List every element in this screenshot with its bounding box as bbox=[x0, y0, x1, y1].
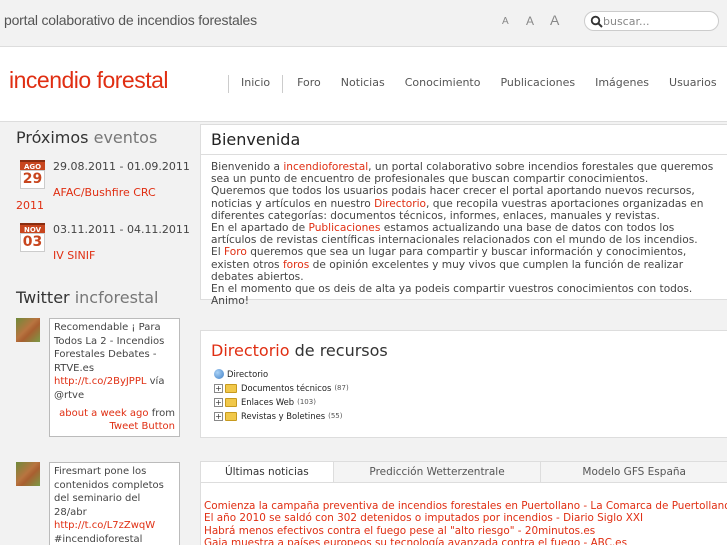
tree-item[interactable]: + Enlaces Web (103) bbox=[214, 395, 349, 409]
top-bar: portal colaborativo de incendios foresta… bbox=[0, 0, 727, 44]
event-link-cont[interactable]: 2011 bbox=[16, 199, 44, 212]
calendar-day: 29 bbox=[20, 170, 45, 189]
left-sidebar: Próximos eventos AGO 29 29.08.2011 - 01.… bbox=[0, 122, 192, 545]
font-size-large-button[interactable]: A bbox=[550, 12, 559, 28]
tree-item-label: Enlaces Web bbox=[241, 397, 295, 407]
folder-icon bbox=[225, 383, 237, 393]
forums-link[interactable]: foros bbox=[283, 259, 309, 271]
events-heading-main: Próximos bbox=[16, 128, 89, 147]
search-box bbox=[584, 11, 719, 31]
news-item[interactable]: Habrá menos efectivos contra el fuego pe… bbox=[204, 525, 727, 537]
site-link[interactable]: incendioforestal bbox=[283, 161, 368, 173]
calendar-icon: NOV 03 bbox=[20, 223, 45, 252]
expand-icon[interactable]: + bbox=[214, 397, 223, 407]
event-link[interactable]: AFAC/Bushfire CRC bbox=[53, 186, 156, 199]
nav-item-imagenes[interactable]: Imágenes bbox=[585, 75, 659, 93]
site-tagline: portal colaborativo de incendios foresta… bbox=[4, 12, 257, 28]
calendar-icon: AGO 29 bbox=[20, 160, 45, 189]
nav-item-conocimiento[interactable]: Conocimiento bbox=[395, 75, 491, 93]
event-item: AGO 29 29.08.2011 - 01.09.2011 AFAC/Bush… bbox=[16, 160, 190, 212]
news-item[interactable]: Comienza la campaña preventiva de incend… bbox=[204, 500, 727, 512]
tweet-from: from bbox=[151, 407, 175, 419]
nav-item-noticias[interactable]: Noticias bbox=[331, 75, 395, 93]
nav-item-foro[interactable]: Foro bbox=[287, 75, 331, 93]
site-header: incendio forestal Inicio Foro Noticias C… bbox=[0, 46, 727, 122]
calendar-month: AGO bbox=[20, 160, 45, 171]
news-item[interactable]: El año 2010 se saldó con 302 detenidos o… bbox=[204, 512, 727, 524]
tree-item[interactable]: + Revistas y Boletines (55) bbox=[214, 409, 349, 423]
events-heading-sub: eventos bbox=[93, 128, 158, 147]
welcome-text: Bienvenido a incendioforestal, un portal… bbox=[201, 155, 727, 313]
main-nav: Inicio Foro Noticias Conocimiento Public… bbox=[228, 75, 727, 93]
nav-item-inicio[interactable]: Inicio bbox=[228, 75, 284, 93]
twitter-heading: Twitter incforestal bbox=[16, 288, 158, 307]
tree-item-label: Documentos técnicos bbox=[241, 383, 332, 393]
tab-prediccion-wetterzentrale[interactable]: Predicción Wetterzentrale bbox=[334, 462, 542, 482]
directory-title-main[interactable]: Directorio bbox=[211, 341, 290, 360]
tree-item-count: (55) bbox=[328, 412, 343, 420]
tweet-source-link[interactable]: Tweet Button bbox=[109, 421, 175, 432]
tree-item-count: (103) bbox=[297, 398, 316, 406]
news-tabs: Últimas noticias Predicción Wetterzentra… bbox=[200, 461, 727, 483]
welcome-title: Bienvenida bbox=[201, 125, 727, 155]
directory-tree: Directorio + Documentos técnicos (87) + … bbox=[214, 367, 349, 423]
tweet-bubble: Recomendable ¡ Para Todos La 2 - Incendi… bbox=[49, 318, 180, 437]
twitter-heading-sub[interactable]: incforestal bbox=[75, 288, 159, 307]
publications-link[interactable]: Publicaciones bbox=[309, 222, 381, 234]
welcome-panel: Bienvenida Bienvenido a incendioforestal… bbox=[200, 124, 727, 307]
directory-panel: Directorio de recursos Directorio + Docu… bbox=[200, 330, 727, 438]
tree-item-label: Revistas y Boletines bbox=[241, 411, 326, 421]
directory-title-sub: de recursos bbox=[294, 341, 388, 360]
welcome-text-part: En el apartado de bbox=[211, 222, 309, 235]
tweet-meta: about a week ago from Tweet Button bbox=[54, 407, 175, 434]
tweet-time-link[interactable]: about a week ago bbox=[59, 408, 148, 419]
tweet-text: Recomendable ¡ Para Todos La 2 - Incendi… bbox=[54, 322, 165, 374]
event-dates: 03.11.2011 - 04.11.2011 bbox=[53, 223, 190, 236]
nav-item-usuarios[interactable]: Usuarios bbox=[659, 75, 727, 93]
directory-link[interactable]: Directorio bbox=[374, 198, 426, 210]
site-logo[interactable]: incendio forestal bbox=[9, 67, 169, 94]
tweet-link[interactable]: http://t.co/2ByJPPL bbox=[54, 376, 146, 387]
event-link[interactable]: IV SINIF bbox=[53, 249, 95, 262]
event-dates: 29.08.2011 - 01.09.2011 bbox=[53, 160, 190, 173]
expand-icon[interactable]: + bbox=[214, 411, 223, 421]
tweet-tail: #incendioforestal Muchas gracias! bbox=[54, 533, 143, 545]
tweet-link[interactable]: http://t.co/L7zZwqW bbox=[54, 520, 155, 531]
event-item: NOV 03 03.11.2011 - 04.11.2011 IV SINIF bbox=[16, 223, 190, 265]
welcome-text-part: En el momento que os deis de alta ya pod… bbox=[211, 283, 693, 308]
tab-modelo-gfs[interactable]: Modelo GFS España bbox=[541, 462, 727, 482]
calendar-month: NOV bbox=[20, 223, 45, 234]
avatar[interactable] bbox=[16, 318, 40, 342]
font-size-small-button[interactable]: A bbox=[502, 16, 509, 27]
welcome-text-part: Bienvenido a bbox=[211, 161, 284, 173]
tweet-text: Firesmart pone los contenidos completos … bbox=[54, 466, 164, 518]
tweet-bubble: Firesmart pone los contenidos completos … bbox=[49, 462, 180, 545]
welcome-text-part: El bbox=[211, 246, 225, 259]
tree-item[interactable]: + Documentos técnicos (87) bbox=[214, 381, 349, 395]
search-icon[interactable] bbox=[590, 15, 604, 29]
tree-item-count: (87) bbox=[334, 384, 349, 392]
expand-icon[interactable]: + bbox=[214, 383, 223, 393]
font-size-medium-button[interactable]: A bbox=[526, 14, 534, 28]
news-list: Comienza la campaña preventiva de incend… bbox=[200, 483, 727, 545]
news-item[interactable]: Gaia muestra a países europeos su tecnol… bbox=[204, 537, 727, 545]
globe-icon bbox=[214, 369, 224, 379]
avatar[interactable] bbox=[16, 462, 40, 486]
folder-icon bbox=[225, 397, 237, 407]
search-input[interactable] bbox=[603, 13, 713, 29]
twitter-heading-main: Twitter bbox=[16, 288, 70, 307]
tree-root-label: Directorio bbox=[227, 369, 269, 379]
tab-ultimas-noticias[interactable]: Últimas noticias bbox=[201, 462, 334, 482]
directory-title: Directorio de recursos bbox=[211, 341, 388, 360]
folder-icon bbox=[225, 411, 237, 421]
events-heading: Próximos eventos bbox=[16, 128, 157, 147]
nav-item-publicaciones[interactable]: Publicaciones bbox=[490, 75, 585, 93]
tree-root[interactable]: Directorio bbox=[214, 367, 349, 381]
calendar-day: 03 bbox=[20, 233, 45, 252]
forum-link[interactable]: Foro bbox=[224, 246, 247, 258]
